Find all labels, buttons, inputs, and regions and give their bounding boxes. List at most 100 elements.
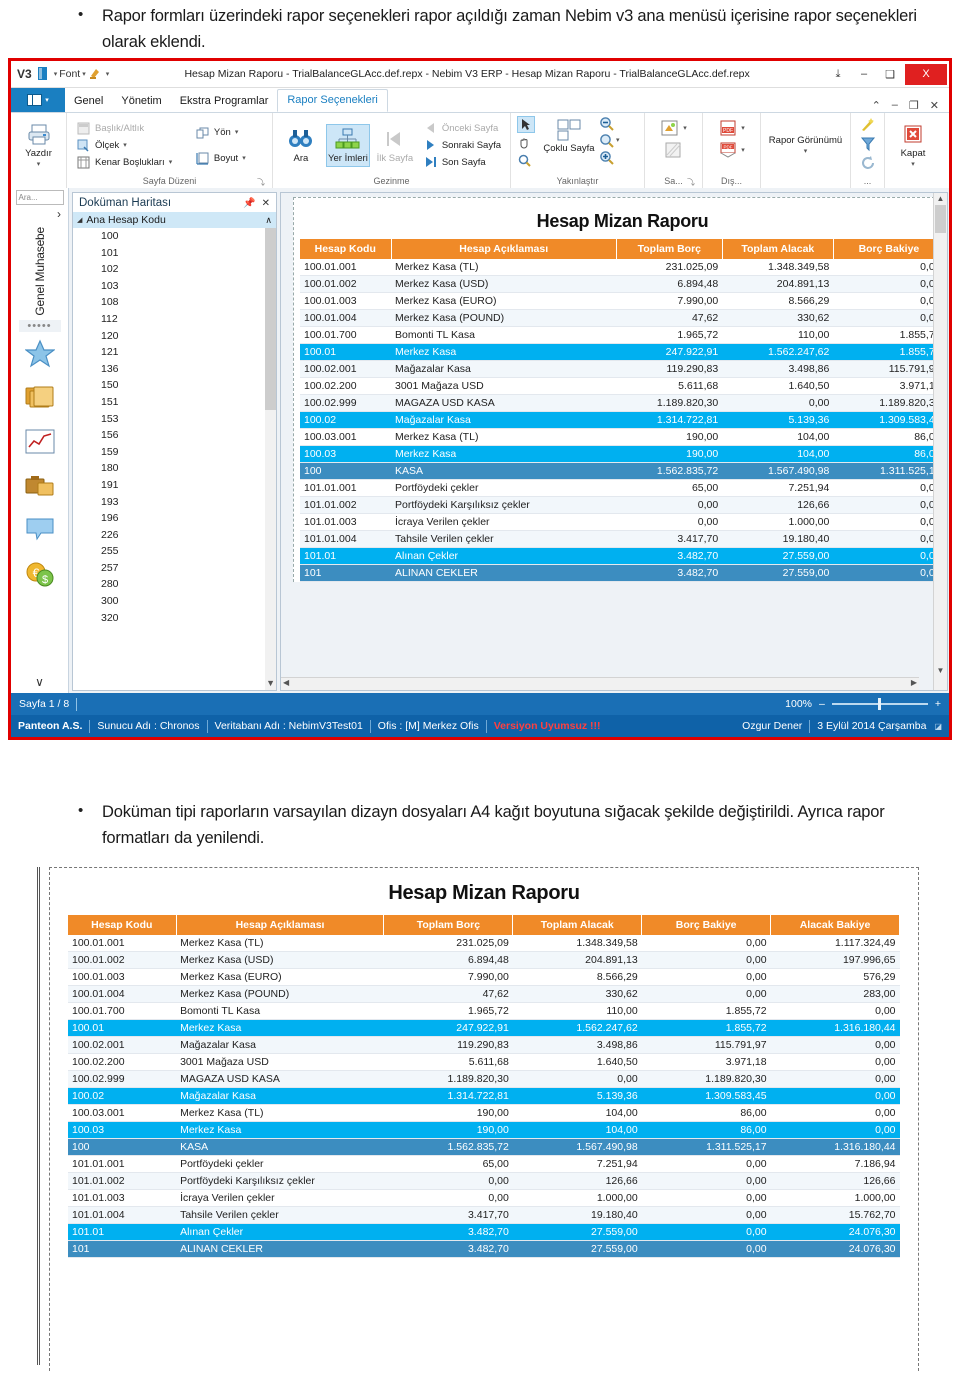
chevron-down-icon-2[interactable]: ▾ bbox=[82, 70, 86, 78]
search-button[interactable]: Ara bbox=[279, 125, 323, 166]
tab-ekstra-programlar[interactable]: Ekstra Programlar bbox=[171, 91, 278, 112]
document-map-item[interactable]: 159 bbox=[101, 444, 276, 461]
table-row[interactable]: 101.01.004 Tahsile Verilen çekler 3.417,70… bbox=[68, 1206, 900, 1224]
document-map-item[interactable]: 300 bbox=[101, 593, 276, 610]
nav-overflow-dots[interactable]: ••••• bbox=[18, 319, 61, 332]
font-label[interactable]: Font bbox=[59, 68, 80, 80]
magnifier-icon[interactable] bbox=[517, 153, 532, 167]
paper-size-button[interactable]: Boyut ▾ bbox=[192, 150, 266, 166]
document-map-item[interactable]: 151 bbox=[101, 394, 276, 411]
table-row[interactable]: 100 KASA 1.562.835,72 1.567.490,98 1.311.525… bbox=[300, 462, 933, 480]
last-page-button[interactable]: Son Sayfa bbox=[420, 154, 504, 170]
document-map-root[interactable]: ◢ Ana Hesap Kodu ∧ bbox=[73, 212, 276, 228]
preview-canvas[interactable]: Hesap Mizan Raporu Hesap Kodu Hesap Açıkl… bbox=[281, 193, 933, 690]
report-view-button[interactable]: Rapor Görünümü ▾ bbox=[767, 133, 844, 157]
refresh-icon[interactable] bbox=[859, 154, 877, 171]
table-row[interactable]: 100.03.001 Merkez Kasa (TL) 190,00 104,00 86… bbox=[300, 428, 933, 446]
close-report-button[interactable]: Kapat ▾ bbox=[891, 120, 935, 170]
next-page-button[interactable]: Sonraki Sayfa bbox=[420, 137, 504, 153]
header-footer-button[interactable]: Başlık/Altlık bbox=[73, 120, 189, 136]
export-pdf-icon[interactable]: PDF bbox=[718, 119, 738, 137]
table-row[interactable]: 100.01 Merkez Kasa 247.922,91 1.562.247,62 1… bbox=[68, 1019, 900, 1037]
document-icon[interactable] bbox=[36, 66, 52, 82]
table-row[interactable]: 100 KASA 1.562.835,72 1.567.490,98 1.311.525… bbox=[68, 1138, 900, 1156]
document-map-item[interactable]: 108 bbox=[101, 294, 276, 311]
table-row[interactable]: 100.02.200 3001 Mağaza USD 5.611,68 1.640,5… bbox=[68, 1053, 900, 1071]
chevron-down-icon-orient[interactable]: ▾ bbox=[235, 128, 239, 136]
table-row[interactable]: 100.01.003 Merkez Kasa (EURO) 7.990,00 8.56… bbox=[68, 968, 900, 986]
application-menu-button[interactable]: ▾ bbox=[11, 88, 65, 112]
dialog-launcher-icon-page-layout[interactable]: ⤵ bbox=[257, 176, 265, 189]
bookmarks-button[interactable]: Yer İmleri bbox=[325, 123, 370, 167]
collapse-chevron-icon[interactable]: ∧ bbox=[265, 215, 272, 226]
table-row[interactable]: 100.01 Merkez Kasa 247.922,91 1.562.247,62 1… bbox=[300, 343, 933, 361]
currency-icon[interactable]: € $ bbox=[23, 557, 57, 591]
table-row[interactable]: 101.01.004 Tahsile Verilen çekler 3.417,70… bbox=[300, 530, 933, 548]
table-row[interactable]: 101.01.002 Portföydeki Karşılıksız çekler… bbox=[68, 1172, 900, 1190]
zoom-slider[interactable] bbox=[831, 698, 928, 710]
zoom-out-button[interactable]: – bbox=[819, 698, 825, 710]
collapse-ribbon-icon[interactable]: ⌃ bbox=[872, 99, 881, 112]
maximize-button[interactable]: ❑ bbox=[877, 64, 903, 85]
scale-button[interactable]: Ölçek ▾ bbox=[73, 137, 189, 153]
table-row[interactable]: 100.02 Mağazalar Kasa 1.314.722,81 5.139,36… bbox=[68, 1087, 900, 1105]
table-row[interactable]: 100.02.999 MAGAZA USD KASA 1.189.820,30 0,0… bbox=[300, 394, 933, 412]
document-map-item[interactable]: 193 bbox=[101, 494, 276, 511]
wand-icon[interactable] bbox=[859, 116, 877, 133]
document-map-item[interactable]: 150 bbox=[101, 377, 276, 394]
scroll-down-icon-preview[interactable]: ▼ bbox=[934, 666, 947, 675]
pin-icon[interactable]: 📌 bbox=[243, 198, 255, 209]
chevron-down-icon-scale[interactable]: ▾ bbox=[123, 141, 127, 149]
table-row[interactable]: 100.01.001 Merkez Kasa (TL) 231.025,09 1.34… bbox=[300, 259, 933, 276]
chevron-down-icon-print[interactable]: ▾ bbox=[37, 160, 41, 168]
message-icon[interactable] bbox=[23, 513, 57, 547]
hand-icon[interactable] bbox=[517, 136, 532, 150]
close-icon[interactable]: ✕ bbox=[262, 198, 270, 209]
table-row[interactable]: 101.01Alınan Çekler3.482,7027.559,000,00 bbox=[300, 547, 933, 565]
document-map-item[interactable]: 136 bbox=[101, 361, 276, 378]
scroll-thumb-vertical[interactable] bbox=[935, 205, 946, 233]
document-map-item[interactable]: 257 bbox=[101, 560, 276, 577]
document-map-item[interactable]: 112 bbox=[101, 311, 276, 328]
table-row[interactable]: 100.02 Mağazalar Kasa 1.314.722,81 5.139,36… bbox=[300, 411, 933, 429]
first-page-button[interactable]: İlk Sayfa bbox=[373, 125, 417, 166]
chevron-down-icon-margins[interactable]: ▾ bbox=[169, 158, 173, 166]
background-icon[interactable] bbox=[664, 141, 684, 159]
chevron-down-icon-export[interactable]: ▾ bbox=[741, 124, 745, 132]
zoom-slider-knob[interactable] bbox=[877, 698, 881, 710]
document-map-item[interactable]: 102 bbox=[101, 261, 276, 278]
table-row[interactable]: 100.02.001 Mağazalar Kasa 119.290,83 3.498,… bbox=[300, 360, 933, 378]
mdi-restore-icon[interactable]: ❐ bbox=[909, 99, 919, 112]
mdi-close-icon[interactable]: ✕ bbox=[930, 99, 939, 112]
module-label-genel-muhasebe[interactable]: Genel Muhasebe bbox=[33, 227, 47, 316]
close-window-button[interactable]: X bbox=[905, 63, 947, 85]
expand-nav-icon[interactable]: › bbox=[57, 207, 61, 221]
table-row[interactable]: 100.03.001 Merkez Kasa (TL) 190,00 104,00 86… bbox=[68, 1104, 900, 1122]
table-row[interactable]: 100.01.004 Merkez Kasa (POUND) 47,62 330,62… bbox=[300, 309, 933, 327]
margins-button[interactable]: Kenar Boşlukları ▾ bbox=[73, 154, 189, 170]
scroll-up-icon[interactable]: ▲ bbox=[934, 194, 947, 203]
table-row[interactable]: 101.01.002 Portföydeki Karşılıksız çekler… bbox=[300, 496, 933, 514]
table-row[interactable]: 100.01.004 Merkez Kasa (POUND) 47,62 330,62… bbox=[68, 985, 900, 1003]
document-map-item[interactable]: 100 bbox=[101, 228, 276, 245]
print-button[interactable]: Yazdır ▾ bbox=[17, 120, 60, 170]
table-row[interactable]: 101.01.001 Portföydeki çekler 65,00 7.251,9… bbox=[68, 1155, 900, 1173]
chevron-down-icon-close[interactable]: ▾ bbox=[911, 160, 915, 168]
mdi-minimize-icon[interactable]: – bbox=[892, 99, 898, 112]
document-map-item[interactable]: 153 bbox=[101, 411, 276, 428]
nav-collapse-icon[interactable]: ∨ bbox=[35, 675, 44, 689]
filter-icon[interactable] bbox=[859, 135, 877, 152]
tab-genel[interactable]: Genel bbox=[65, 91, 112, 112]
tab-yonetim[interactable]: Yönetim bbox=[112, 91, 170, 112]
table-row[interactable]: 101.01 Alınan Çekler 3.482,70 27.559,00 0,00… bbox=[68, 1223, 900, 1241]
document-map-item[interactable]: 121 bbox=[101, 344, 276, 361]
chevron-down-icon-watermark[interactable]: ▾ bbox=[683, 124, 687, 132]
document-map-list[interactable]: ▼ 100 101 102 103 108 112 120 121 136 150 151 153 15… bbox=[73, 228, 276, 690]
document-map-item[interactable]: 255 bbox=[101, 543, 276, 560]
expand-triangle-icon[interactable]: ◢ bbox=[77, 216, 82, 224]
chart-icon[interactable] bbox=[23, 425, 57, 459]
pointer-icon[interactable] bbox=[517, 116, 535, 133]
orientation-button[interactable]: Yön ▾ bbox=[192, 124, 266, 140]
scroll-thumb[interactable] bbox=[265, 228, 276, 410]
table-row[interactable]: 101ALINAN CEKLER3.482,7027.559,000,00 bbox=[300, 564, 933, 582]
